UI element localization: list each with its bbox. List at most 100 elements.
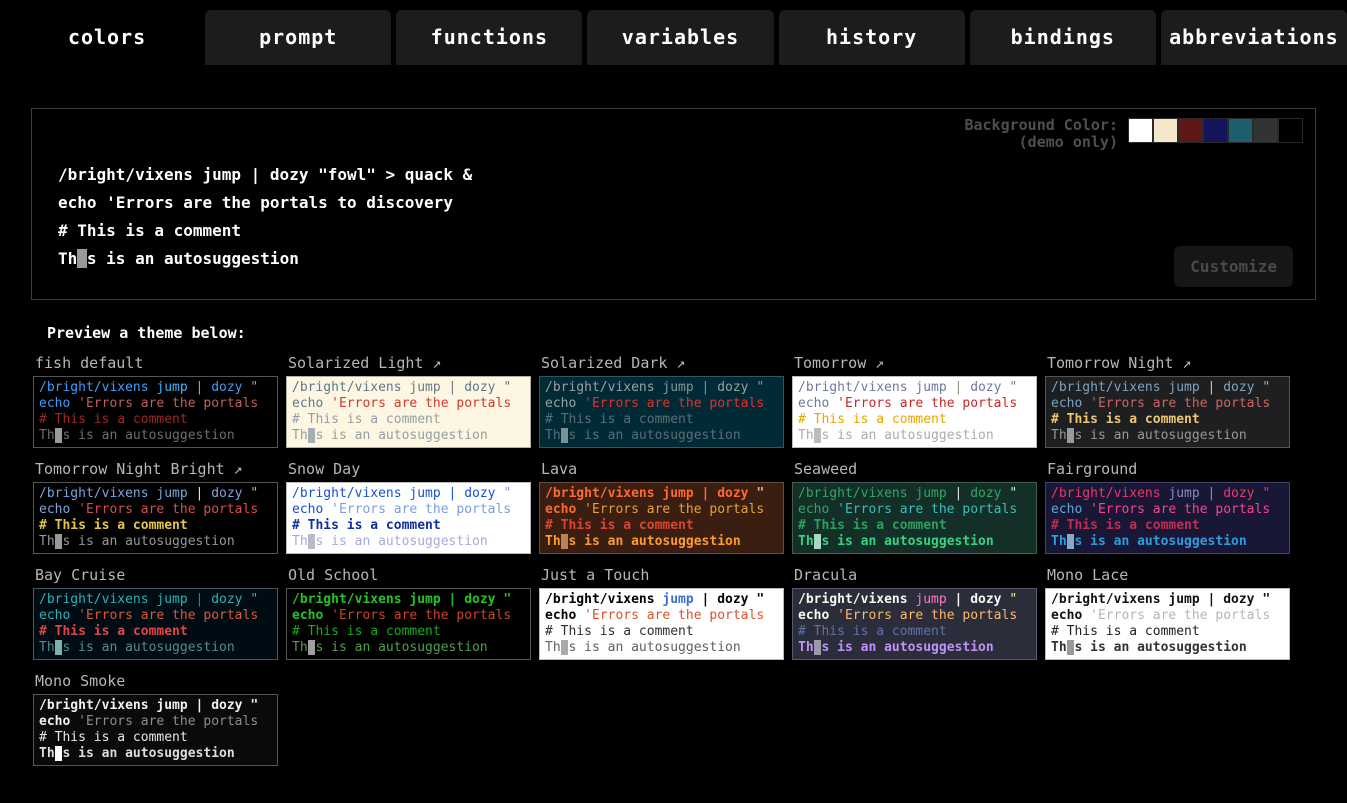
token-command: dozy — [970, 380, 1009, 395]
token-command: dozy — [464, 592, 503, 607]
tab-bindings[interactable]: bindings — [970, 10, 1156, 65]
theme-sample-bay-cruise[interactable]: /bright/vixens jump | dozy "echo 'Errors… — [33, 588, 278, 660]
tab-functions[interactable]: functions — [396, 10, 582, 65]
fish-config-page: colorspromptfunctionsvariableshistorybin… — [0, 0, 1347, 766]
token-autosuggestion: Th — [545, 534, 561, 549]
sample-line: echo 'Errors are the portals — [1051, 396, 1284, 412]
token-pipe: | — [449, 380, 465, 395]
theme-title-fairground[interactable]: Fairground — [1045, 460, 1298, 482]
theme-title-bay-cruise[interactable]: Bay Cruise — [33, 566, 286, 588]
token-string: 'Errors are the portals — [837, 396, 1017, 411]
tab-abbreviations[interactable]: abbreviations — [1161, 10, 1347, 65]
background-swatch-4[interactable] — [1228, 118, 1253, 143]
theme-sample-mono-lace[interactable]: /bright/vixens jump | dozy "echo 'Errors… — [1045, 588, 1290, 660]
token-pipe: | — [1208, 486, 1224, 501]
token-echo: echo — [39, 396, 78, 411]
theme-sample-tomorrow[interactable]: /bright/vixens jump | dozy "echo 'Errors… — [792, 376, 1037, 448]
tab-prompt[interactable]: prompt — [205, 10, 391, 65]
background-swatch-5[interactable] — [1253, 118, 1278, 143]
sample-line: /bright/vixens jump | dozy " — [39, 380, 272, 396]
theme-title-old-school[interactable]: Old School — [286, 566, 539, 588]
token-command: /bright/vixens — [39, 380, 149, 395]
sample-line: # This is a comment — [292, 624, 525, 640]
token-param: jump — [402, 486, 449, 501]
background-swatch-0[interactable] — [1128, 118, 1153, 143]
theme-title-snow-day[interactable]: Snow Day — [286, 460, 539, 482]
sample-line: This is an autosuggestion — [798, 428, 1031, 444]
theme-title-fish-default[interactable]: fish default — [33, 354, 286, 376]
theme-sample-just-a-touch[interactable]: /bright/vixens jump | dozy "echo 'Errors… — [539, 588, 784, 660]
token-comment: # This is a comment — [292, 624, 441, 639]
theme-sample-dracula[interactable]: /bright/vixens jump | dozy "echo 'Errors… — [792, 588, 1037, 660]
theme-title-mono-lace[interactable]: Mono Lace — [1045, 566, 1298, 588]
theme-sample-solarized-light[interactable]: /bright/vixens jump | dozy "echo 'Errors… — [286, 376, 531, 448]
background-swatch-3[interactable] — [1203, 118, 1228, 143]
token-autosuggestion: s is an autosuggestion — [1074, 428, 1246, 443]
theme-title-solarized-dark[interactable]: Solarized Dark ↗ — [539, 354, 792, 376]
token-param: jump — [908, 380, 955, 395]
sample-line: /bright/vixens jump | dozy " — [292, 486, 525, 502]
sample-line: This is an autosuggestion — [545, 428, 778, 444]
background-swatch-1[interactable] — [1153, 118, 1178, 143]
tab-colors[interactable]: colors — [14, 10, 200, 65]
terminal-line: # This is a comment — [58, 217, 472, 245]
theme-sample-mono-smoke[interactable]: /bright/vixens jump | dozy "echo 'Errors… — [33, 694, 278, 766]
sample-line: # This is a comment — [1051, 518, 1284, 534]
demo-only-label: (demo only) — [964, 134, 1118, 151]
theme-title-tomorrow-night-bright[interactable]: Tomorrow Night Bright ↗ — [33, 460, 286, 482]
sample-line: This is an autosuggestion — [1051, 534, 1284, 550]
theme-title-solarized-light[interactable]: Solarized Light ↗ — [286, 354, 539, 376]
theme-title-tomorrow-night[interactable]: Tomorrow Night ↗ — [1045, 354, 1298, 376]
token-comment: # This is a comment — [292, 518, 441, 533]
token-command: dozy — [970, 592, 1009, 607]
sample-line: # This is a comment — [39, 518, 272, 534]
theme-title-mono-smoke[interactable]: Mono Smoke — [33, 672, 286, 694]
sample-line: /bright/vixens jump | dozy " — [545, 592, 778, 608]
theme-sample-snow-day[interactable]: /bright/vixens jump | dozy "echo 'Errors… — [286, 482, 531, 554]
sample-line: echo 'Errors are the portals — [1051, 502, 1284, 518]
token-command: /bright/vixens — [292, 380, 402, 395]
token-pipe: | — [449, 486, 465, 501]
token-echo: echo — [545, 502, 584, 517]
sample-line: echo 'Errors are the portals — [292, 608, 525, 624]
sample-line: This is an autosuggestion — [39, 746, 272, 762]
theme-sample-tomorrow-night[interactable]: /bright/vixens jump | dozy "echo 'Errors… — [1045, 376, 1290, 448]
theme-sample-fairground[interactable]: /bright/vixens jump | dozy "echo 'Errors… — [1045, 482, 1290, 554]
token-quote: " — [1262, 380, 1270, 395]
token-quote: " — [503, 486, 511, 501]
token-command: /bright/vixens — [292, 592, 402, 607]
theme-sample-seaweed[interactable]: /bright/vixens jump | dozy "echo 'Errors… — [792, 482, 1037, 554]
token-echo: echo — [1051, 608, 1090, 623]
theme-card-solarized-dark: Solarized Dark ↗/bright/vixens jump | do… — [539, 354, 792, 448]
background-swatch-2[interactable] — [1178, 118, 1203, 143]
sample-line: echo 'Errors are the portals — [545, 502, 778, 518]
theme-sample-lava[interactable]: /bright/vixens jump | dozy "echo 'Errors… — [539, 482, 784, 554]
tab-history[interactable]: history — [779, 10, 965, 65]
token-autosuggestion: s is an autosuggestion — [315, 534, 487, 549]
theme-sample-old-school[interactable]: /bright/vixens jump | dozy "echo 'Errors… — [286, 588, 531, 660]
sample-line: /bright/vixens jump | dozy " — [545, 486, 778, 502]
theme-title-dracula[interactable]: Dracula — [792, 566, 1045, 588]
theme-title-lava[interactable]: Lava — [539, 460, 792, 482]
theme-sample-tomorrow-night-bright[interactable]: /bright/vixens jump | dozy "echo 'Errors… — [33, 482, 278, 554]
token-autosuggestion: Th — [292, 640, 308, 655]
sample-line: # This is a comment — [1051, 624, 1284, 640]
token-text: s is an autosuggestion — [87, 249, 299, 268]
sample-line: echo 'Errors are the portals — [292, 396, 525, 412]
customize-button[interactable]: Customize — [1174, 246, 1293, 287]
sample-line: /bright/vixens jump | dozy " — [1051, 380, 1284, 396]
theme-sample-fish-default[interactable]: /bright/vixens jump | dozy "echo 'Errors… — [33, 376, 278, 448]
sample-line: # This is a comment — [39, 730, 272, 746]
theme-sample-solarized-dark[interactable]: /bright/vixens jump | dozy "echo 'Errors… — [539, 376, 784, 448]
token-string: 'Errors are the portals — [837, 502, 1017, 517]
tab-variables[interactable]: variables — [587, 10, 773, 65]
token-autosuggestion: Th — [545, 428, 561, 443]
theme-title-seaweed[interactable]: Seaweed — [792, 460, 1045, 482]
theme-title-just-a-touch[interactable]: Just a Touch — [539, 566, 792, 588]
swatch-row — [1128, 118, 1303, 143]
sample-line: This is an autosuggestion — [545, 640, 778, 656]
background-swatch-6[interactable] — [1278, 118, 1303, 143]
theme-title-tomorrow[interactable]: Tomorrow ↗ — [792, 354, 1045, 376]
token-command: dozy — [464, 380, 503, 395]
token-param: jump — [149, 698, 196, 713]
